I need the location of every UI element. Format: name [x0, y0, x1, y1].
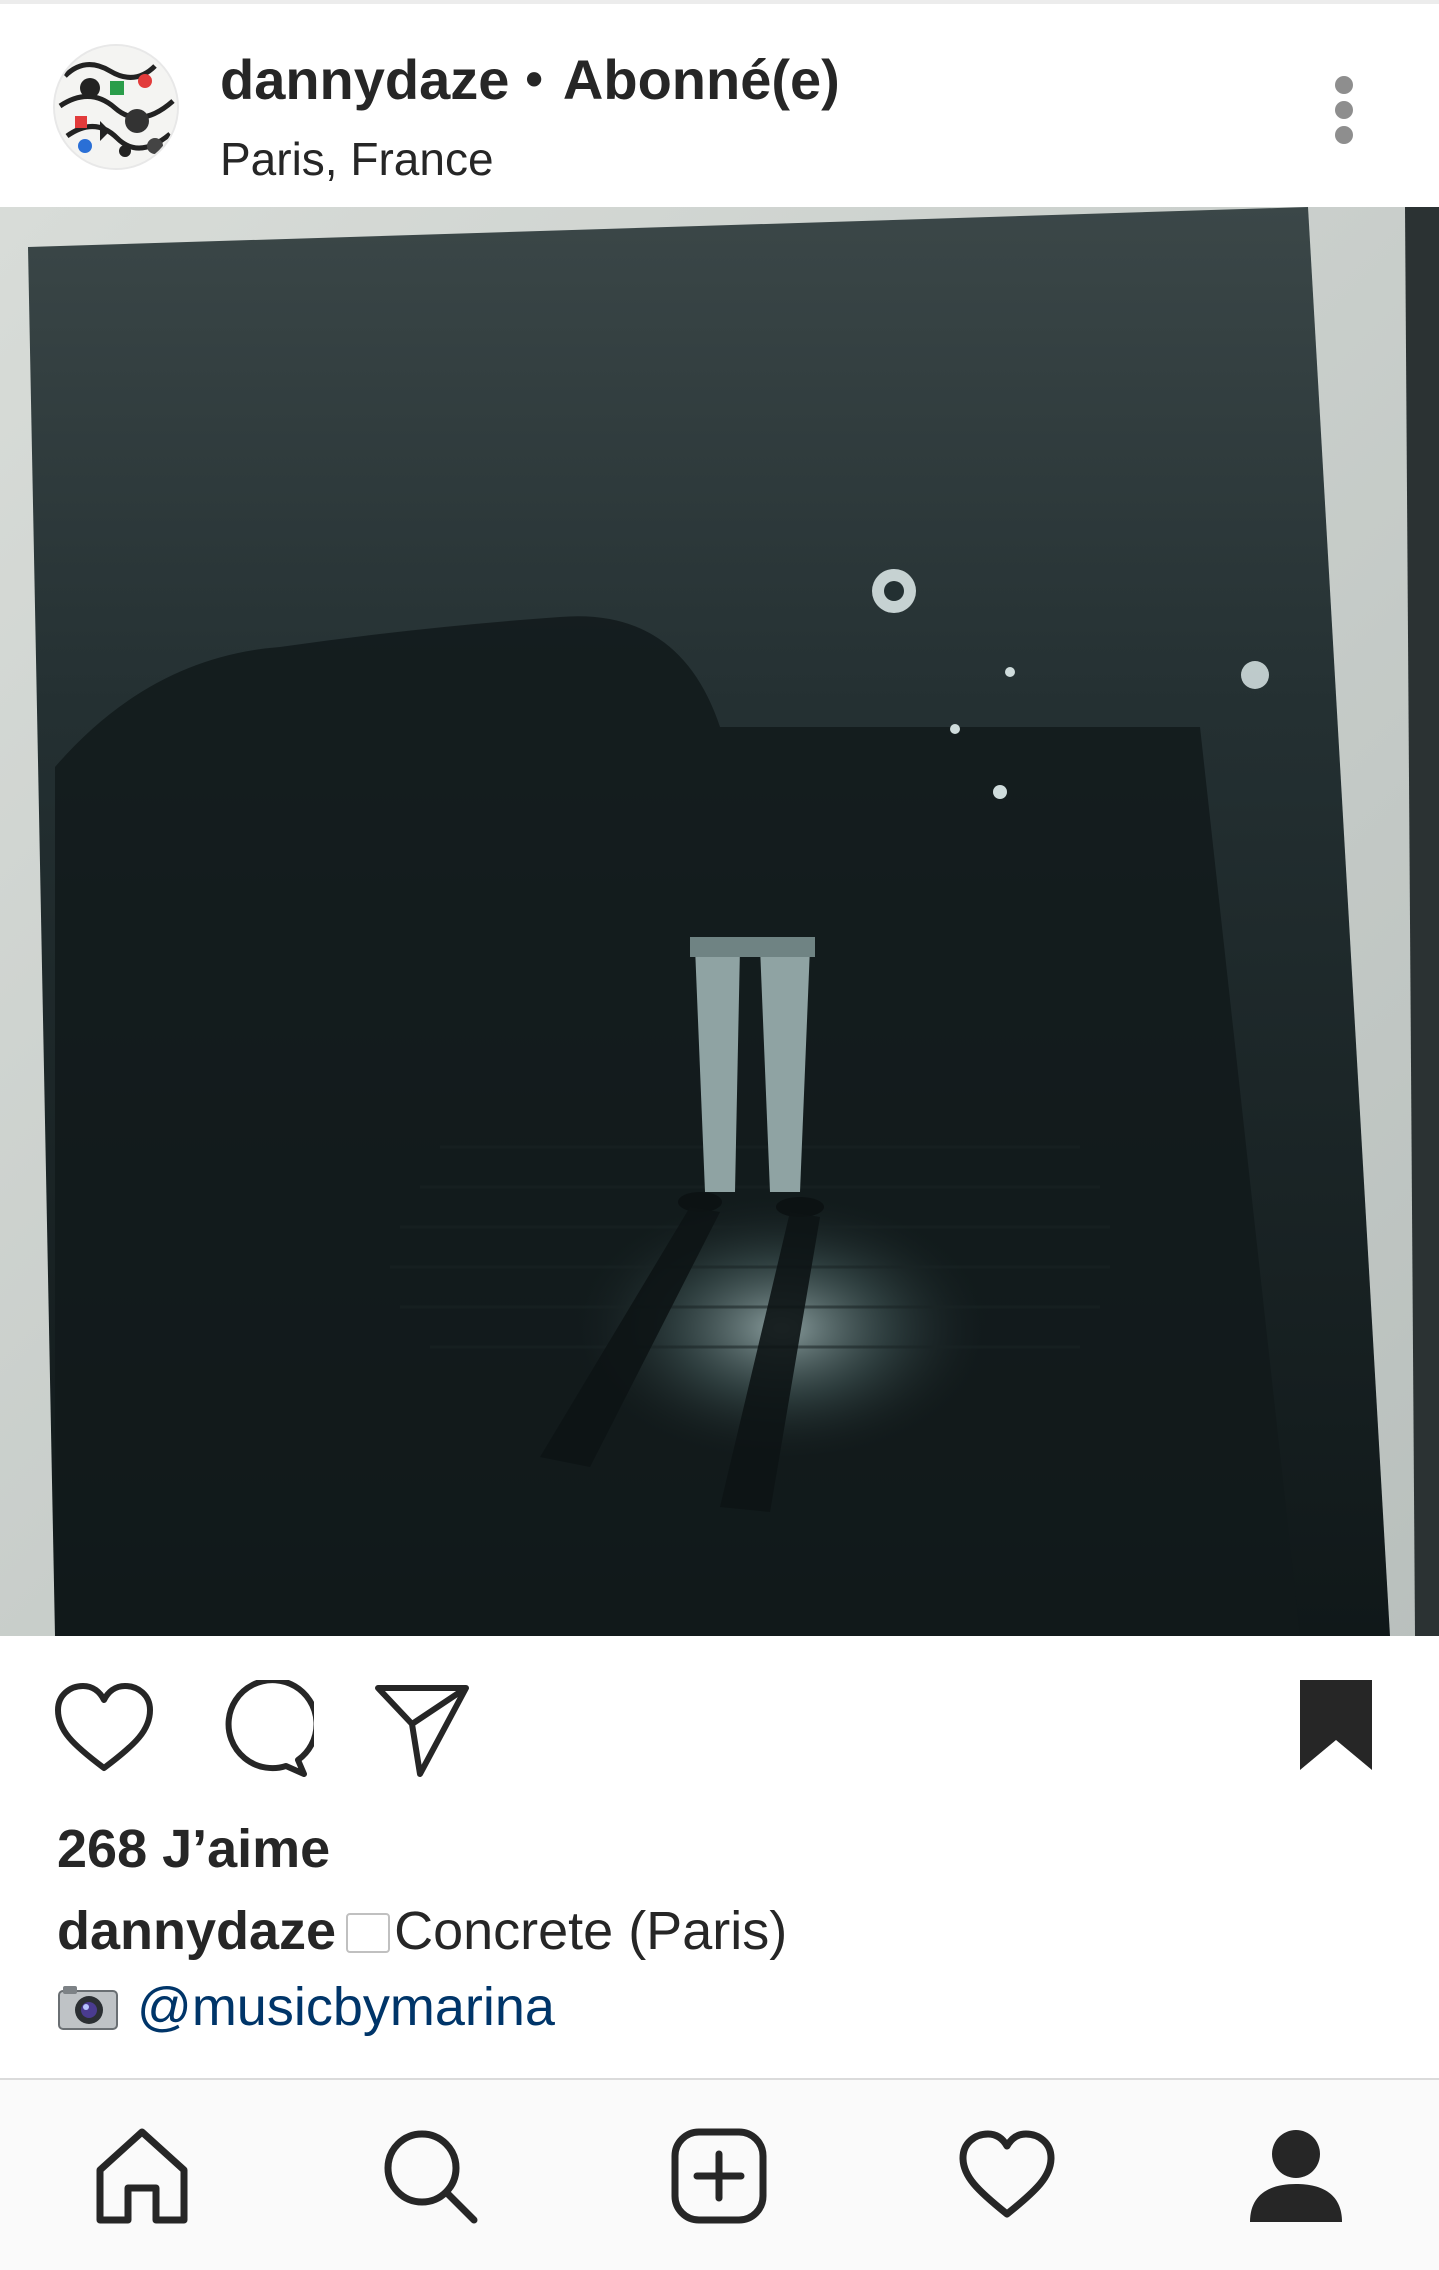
home-icon: [96, 2128, 188, 2224]
heart-outline-icon: [959, 2130, 1055, 2218]
mention-link[interactable]: @musicbymarina: [137, 1976, 555, 2038]
username[interactable]: dannydaze: [220, 47, 509, 112]
more-vertical-icon: [1335, 76, 1353, 94]
location-link[interactable]: Paris, France: [220, 132, 494, 186]
heart-outline-icon: [55, 1683, 153, 1771]
caption-username[interactable]: dannydaze: [57, 1901, 336, 1961]
nav-profile-button[interactable]: [1246, 2126, 1346, 2226]
add-post-icon: [671, 2128, 767, 2224]
like-button[interactable]: [52, 1680, 156, 1776]
nav-activity-button[interactable]: [957, 2126, 1057, 2226]
paper-plane-icon: [375, 1685, 469, 1777]
instagram-post-screen: dannydaze • Abonné(e) Paris, France 268 …: [0, 0, 1439, 2270]
post-header: dannydaze • Abonné(e) Paris, France: [0, 4, 1439, 207]
more-vertical-icon: [1335, 126, 1353, 144]
photo-content: [0, 207, 1439, 1636]
bookmark-filled-icon: [1300, 1680, 1372, 1770]
post-photo[interactable]: [0, 207, 1439, 1636]
caption: dannydaze Concrete (Paris): [57, 1900, 787, 1962]
comment-bubble-icon: [225, 1680, 314, 1777]
share-button[interactable]: [372, 1680, 472, 1780]
caption-credit-line: @musicbymarina: [57, 1976, 555, 2038]
bottom-navigation: [0, 2078, 1439, 2270]
separator-dot: •: [525, 51, 543, 107]
more-options-button[interactable]: [1316, 70, 1372, 150]
nav-add-button[interactable]: [669, 2126, 769, 2226]
caption-text: Concrete (Paris): [394, 1901, 788, 1961]
camera-emoji: [58, 1986, 118, 2030]
comment-button[interactable]: [214, 1680, 314, 1780]
likes-count[interactable]: 268 J’aime: [57, 1818, 330, 1880]
follow-status-button[interactable]: Abonné(e): [563, 47, 840, 112]
missing-emoji-glyph: [346, 1913, 391, 1953]
nav-home-button[interactable]: [92, 2126, 192, 2226]
search-icon: [384, 2130, 478, 2224]
avatar[interactable]: [55, 46, 177, 168]
nav-search-button[interactable]: [380, 2126, 480, 2226]
avatar-pattern: [55, 46, 177, 168]
header-line: dannydaze • Abonné(e): [220, 44, 840, 114]
save-button[interactable]: [1296, 1676, 1376, 1774]
profile-icon: [1250, 2130, 1342, 2222]
more-vertical-icon: [1335, 101, 1353, 119]
